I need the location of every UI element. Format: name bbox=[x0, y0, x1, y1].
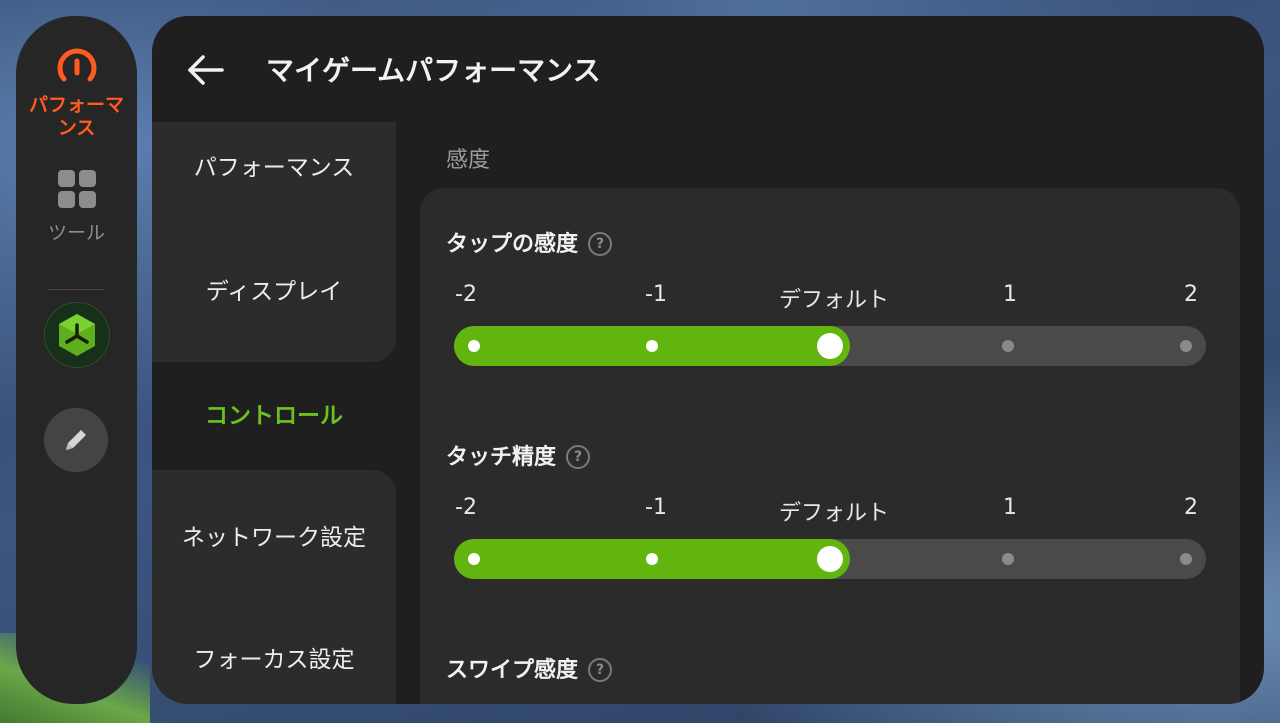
grid-icon bbox=[57, 170, 96, 208]
slider-stop[interactable] bbox=[646, 553, 658, 565]
left-rail: パフォーマンス ツール bbox=[16, 16, 137, 704]
slider-stop[interactable] bbox=[1180, 553, 1192, 565]
slider-stop[interactable] bbox=[1180, 340, 1192, 352]
tick-label: -2 bbox=[455, 282, 477, 307]
tick-label: -2 bbox=[455, 495, 477, 520]
tab-performance[interactable]: パフォーマンス bbox=[152, 148, 396, 182]
hexagon-logo-icon bbox=[59, 314, 95, 356]
slider-tick-labels: -2 -1 デフォルト 1 2 bbox=[446, 495, 1212, 526]
rail-item-performance[interactable]: パフォーマンス bbox=[16, 46, 137, 140]
touch-precision-setting: タッチ精度? -2 -1 デフォルト 1 2 bbox=[446, 439, 1212, 589]
setting-title: スワイプ感度? bbox=[446, 652, 613, 684]
slider-stop[interactable] bbox=[468, 553, 480, 565]
slider-stop[interactable] bbox=[1002, 553, 1014, 565]
slider-stop[interactable] bbox=[1002, 340, 1014, 352]
pencil-icon bbox=[66, 430, 86, 450]
setting-title-text: タッチ精度 bbox=[446, 445, 557, 470]
settings-panel: マイゲームパフォーマンス パフォーマンス ディスプレイ コントロール ネットワー… bbox=[152, 16, 1264, 704]
sensitivity-card: タップの感度? -2 -1 デフォルト 1 2 タッチ精度? -2 -1 デフォ… bbox=[420, 188, 1240, 704]
help-icon[interactable]: ? bbox=[566, 445, 591, 469]
slider-tick-labels: -2 -1 デフォルト 1 2 bbox=[446, 282, 1212, 313]
setting-title-text: スワイプ感度 bbox=[446, 658, 579, 683]
game-mode-button[interactable] bbox=[44, 302, 110, 368]
tap-sensitivity-setting: タップの感度? -2 -1 デフォルト 1 2 bbox=[446, 226, 1212, 376]
setting-title: タッチ精度? bbox=[446, 439, 591, 471]
sub-navigation: パフォーマンス ディスプレイ コントロール ネットワーク設定 フォーカス設定 bbox=[152, 122, 396, 704]
slider-thumb[interactable] bbox=[817, 546, 843, 572]
tick-label: -1 bbox=[645, 282, 667, 307]
help-icon[interactable]: ? bbox=[588, 232, 613, 256]
slider-stop[interactable] bbox=[646, 340, 658, 352]
tick-label: 1 bbox=[1003, 282, 1017, 307]
tab-network-settings[interactable]: ネットワーク設定 bbox=[152, 518, 396, 552]
setting-title: タップの感度? bbox=[446, 226, 613, 258]
rail-divider bbox=[48, 289, 104, 290]
tab-display[interactable]: ディスプレイ bbox=[152, 272, 396, 306]
rail-performance-label: パフォーマンス bbox=[28, 94, 124, 139]
setting-title-text: タップの感度 bbox=[446, 232, 579, 257]
tab-control[interactable]: コントロール bbox=[152, 396, 396, 430]
speedometer-icon bbox=[57, 48, 96, 82]
tick-label: デフォルト bbox=[778, 288, 890, 313]
arrow-left-icon[interactable] bbox=[186, 52, 226, 88]
slider-thumb[interactable] bbox=[817, 333, 843, 359]
tick-label: -1 bbox=[645, 495, 667, 520]
tap-sensitivity-slider[interactable] bbox=[454, 326, 1206, 366]
touch-precision-slider[interactable] bbox=[454, 539, 1206, 579]
rail-item-tools[interactable]: ツール bbox=[16, 170, 137, 245]
edit-button[interactable] bbox=[44, 408, 108, 472]
tick-label: 2 bbox=[1184, 282, 1198, 307]
tick-label: 2 bbox=[1184, 495, 1198, 520]
rail-tools-label: ツール bbox=[47, 222, 105, 244]
page-title: マイゲームパフォーマンス bbox=[266, 54, 601, 87]
tab-focus-settings[interactable]: フォーカス設定 bbox=[152, 640, 396, 674]
help-icon[interactable]: ? bbox=[588, 658, 613, 682]
swipe-sensitivity-setting: スワイプ感度? bbox=[446, 652, 1212, 692]
section-label: 感度 bbox=[446, 148, 491, 173]
tick-label: 1 bbox=[1003, 495, 1017, 520]
slider-stop[interactable] bbox=[468, 340, 480, 352]
tick-label: デフォルト bbox=[778, 501, 890, 526]
